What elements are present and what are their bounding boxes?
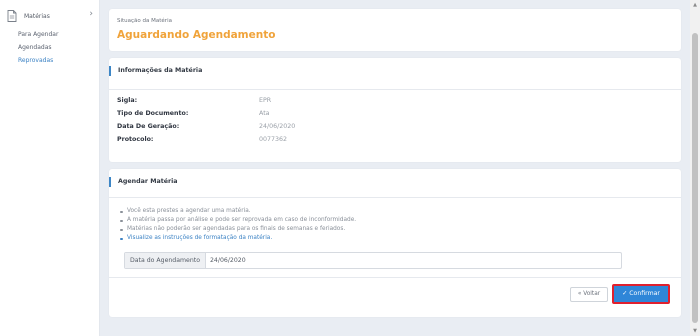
field-label-protocolo: Protocolo: xyxy=(117,136,154,143)
chevron-right-icon[interactable]: › xyxy=(89,10,93,19)
divider xyxy=(109,277,681,278)
divider xyxy=(109,197,681,198)
status-label: Situação da Matéria xyxy=(117,18,172,24)
formatting-instructions-link[interactable]: Visualize as instruções de formatação da… xyxy=(119,234,356,243)
scroll-up-icon[interactable]: ▲ xyxy=(692,2,698,8)
agendar-section-title: Agendar Matéria xyxy=(109,177,178,187)
instructions-list: Você esta prestes a agendar uma matéria.… xyxy=(119,207,356,243)
sidebar-section-label: Matérias xyxy=(24,12,50,20)
scrollbar[interactable]: ▲ ▼ xyxy=(690,0,700,336)
field-value-data-geracao: 24/06/2020 xyxy=(259,123,296,130)
field-label-sigla: Sigla: xyxy=(117,97,138,104)
list-item: Matérias não poderão ser agendadas para … xyxy=(119,225,356,234)
sidebar-item-agendadas[interactable]: Agendadas xyxy=(18,44,52,51)
list-item: Você esta prestes a agendar uma matéria. xyxy=(119,207,356,216)
scheduling-date-label: Data do Agendamento xyxy=(125,253,206,268)
scroll-down-icon[interactable]: ▼ xyxy=(692,328,698,334)
info-section-title: Informações da Matéria xyxy=(109,66,202,76)
field-label-data-geracao: Data De Geração: xyxy=(117,123,180,130)
info-card: Informações da Matéria Sigla: EPR Tipo d… xyxy=(109,58,681,162)
scrollbar-thumb[interactable] xyxy=(692,33,698,323)
agendar-card: Agendar Matéria Você esta prestes a agen… xyxy=(109,169,681,317)
status-card: Situação da Matéria Aguardando Agendamen… xyxy=(109,9,681,51)
scheduling-date-input[interactable] xyxy=(206,253,621,268)
scheduling-date-group: Data do Agendamento xyxy=(124,252,622,269)
field-value-sigla: EPR xyxy=(259,97,272,104)
sidebar-section-materias[interactable]: Matérias › xyxy=(7,9,95,23)
field-label-tipo-documento: Tipo de Documento: xyxy=(117,110,189,117)
back-button[interactable]: « Voltar xyxy=(570,287,608,302)
field-value-protocolo: 0077362 xyxy=(259,136,288,143)
field-value-tipo-documento: Ata xyxy=(259,110,270,117)
confirm-button[interactable]: ✓ Confirmar xyxy=(612,284,670,304)
document-icon xyxy=(7,10,17,22)
divider xyxy=(109,89,681,90)
sidebar: Matérias › Para Agendar Agendadas Reprov… xyxy=(0,0,100,336)
status-value: Aguardando Agendamento xyxy=(117,29,276,41)
list-item: A matéria passa por análise e pode ser r… xyxy=(119,216,356,225)
sidebar-item-para-agendar[interactable]: Para Agendar xyxy=(18,31,58,38)
sidebar-item-reprovadas[interactable]: Reprovadas xyxy=(18,57,53,64)
